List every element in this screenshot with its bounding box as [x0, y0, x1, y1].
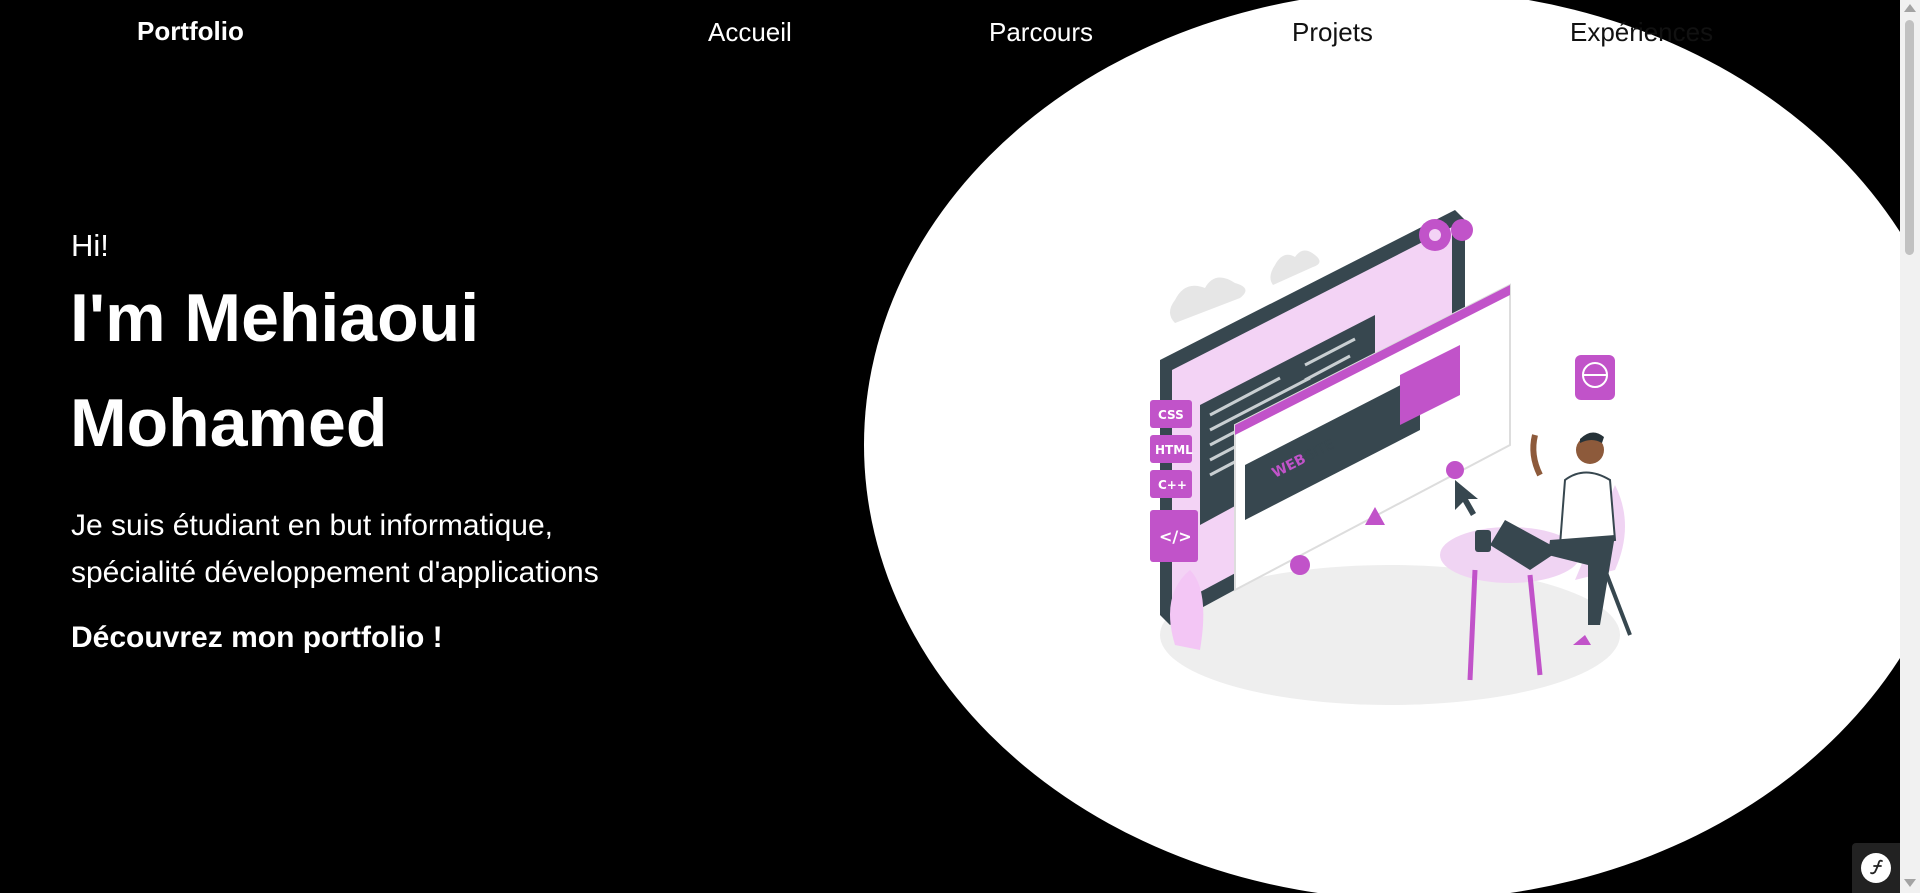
tag-html: HTML	[1155, 443, 1193, 457]
hero-name-line2: Mohamed	[70, 385, 388, 461]
nav-logo[interactable]: Portfolio	[137, 16, 244, 47]
symfony-icon	[1861, 853, 1891, 883]
hero-description: Je suis étudiant en but informatique, sp…	[71, 502, 771, 596]
scrollbar-thumb[interactable]	[1905, 20, 1914, 255]
developer-illustration: WEB SITE CSS HTML C++ </>	[1150, 210, 1632, 705]
hero-description-line2: spécialité développement d'applications	[71, 556, 599, 589]
hero-cta: Découvrez mon portfolio !	[71, 621, 443, 654]
scroll-up-arrow-icon[interactable]	[1904, 4, 1916, 12]
debug-toolbar-button[interactable]	[1852, 843, 1900, 893]
hero-description-line1: Je suis étudiant en but informatique,	[71, 509, 553, 542]
top-nav: Portfolio Accueil Parcours Projets Expér…	[0, 0, 1900, 70]
nav-link-experiences[interactable]: Expériences	[1570, 17, 1713, 48]
nav-link-accueil[interactable]: Accueil	[708, 17, 792, 48]
page: Portfolio Accueil Parcours Projets Expér…	[0, 0, 1900, 893]
nav-link-parcours[interactable]: Parcours	[989, 17, 1093, 48]
vertical-scrollbar[interactable]	[1900, 0, 1920, 893]
nav-link-projets[interactable]: Projets	[1292, 17, 1373, 48]
hero-name-line1: I'm Mehiaoui	[70, 280, 480, 356]
scroll-down-arrow-icon[interactable]	[1904, 879, 1916, 887]
tag-css: CSS	[1158, 408, 1184, 422]
tag-code: </>	[1159, 527, 1192, 546]
hero-greeting: Hi!	[71, 228, 109, 263]
tag-cpp: C++	[1158, 478, 1187, 492]
